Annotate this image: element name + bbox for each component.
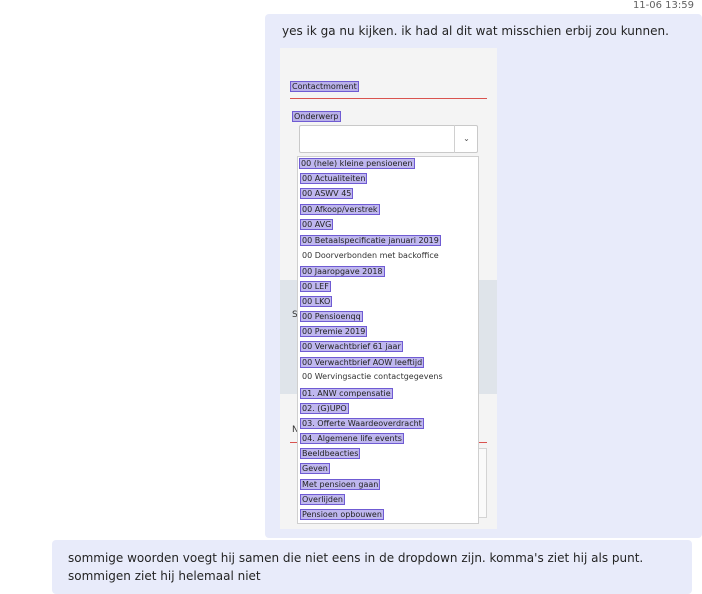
chat-message-bubble[interactable]: yes ik ga nu kijken. ik had al dit wat m… — [265, 14, 702, 538]
dropdown-option[interactable]: 00 (hele) kleine pensioenen — [299, 158, 415, 169]
dropdown-option[interactable]: 00 LKO — [300, 296, 333, 307]
dropdown-option[interactable]: 00 Verwachtbrief 61 jaar — [300, 341, 403, 352]
form-heading: Contactmoment — [290, 81, 359, 92]
dropdown-option[interactable]: Overlijden — [300, 494, 345, 505]
dropdown-option[interactable]: 02. (G)UPO — [300, 403, 349, 414]
dropdown-option[interactable]: Pensioen opbouwen — [300, 509, 384, 520]
heading-divider — [290, 98, 487, 99]
subject-select[interactable] — [299, 125, 478, 153]
message-timestamp: 11-06 13:59 — [632, 0, 694, 11]
dropdown-option[interactable]: 00 Verwachtbrief AOW leeftijd — [300, 357, 425, 368]
dropdown-option[interactable]: 00 Actualiteiten — [300, 173, 368, 184]
dropdown-option[interactable]: Geven — [300, 463, 330, 474]
message-text: sommige woorden voegt hij samen die niet… — [68, 549, 643, 585]
message-text: yes ik ga nu kijken. ik had al dit wat m… — [282, 24, 669, 38]
dropdown-option[interactable]: 00 ASWV 45 — [300, 188, 354, 199]
chevron-down-icon[interactable]: ⌄ — [454, 125, 478, 153]
dropdown-option[interactable]: 03. Offerte Waardeoverdracht — [300, 418, 424, 429]
dropdown-option[interactable]: 01. ANW compensatie — [300, 388, 393, 399]
message-line: sommige woorden voegt hij samen die niet… — [68, 551, 644, 565]
attached-screenshot[interactable]: Contactmoment Onderwerp S N ⌄ 00 (hele) … — [280, 48, 497, 529]
dropdown-option[interactable]: 00 Betaalspecificatie januari 2019 — [300, 235, 441, 246]
dropdown-option[interactable]: 00 Wervingsactie contactgegevens — [302, 372, 443, 381]
dropdown-option[interactable]: Beeldbeacties — [300, 448, 361, 459]
field-label: Onderwerp — [292, 111, 341, 122]
dropdown-option[interactable]: 00 Premie 2019 — [300, 326, 368, 337]
dropdown-option[interactable]: 00 Pensioenqq — [300, 311, 363, 322]
dropdown-option[interactable]: 00 AVG — [300, 219, 334, 230]
dropdown-option[interactable]: Met pensioen gaan — [300, 479, 381, 490]
chat-message-bubble[interactable]: sommige woorden voegt hij samen die niet… — [52, 540, 692, 594]
dropdown-option[interactable]: 00 Jaaropgave 2018 — [300, 266, 385, 277]
dropdown-option[interactable]: 00 Doorverbonden met backoffice — [302, 251, 439, 260]
dropdown-option[interactable]: 04. Algemene life events — [300, 433, 404, 444]
message-line: sommigen ziet hij helemaal niet — [68, 569, 261, 583]
dropdown-option[interactable]: 00 LEF — [300, 281, 331, 292]
dropdown-option[interactable]: 00 Afkoop/verstrek — [300, 204, 380, 215]
